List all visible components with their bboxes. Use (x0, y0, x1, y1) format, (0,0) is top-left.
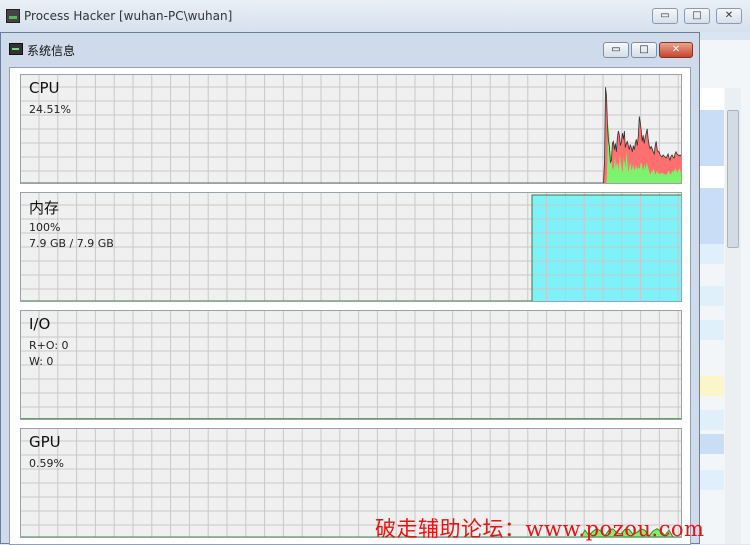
dialog-title: 系统信息 (27, 44, 76, 58)
dialog-titlebar[interactable]: 系统信息 ▭ □ ✕ (1, 33, 699, 61)
list-item[interactable] (700, 166, 724, 188)
gpu-usage: 0.59% (29, 457, 64, 470)
scrollbar-thumb[interactable] (727, 110, 739, 248)
process-hacker-icon (6, 9, 20, 23)
main-close-button[interactable]: ✕ (716, 8, 742, 24)
memory-graph (21, 193, 681, 301)
dialog-close-button[interactable]: ✕ (659, 42, 693, 58)
cpu-graph (21, 75, 681, 183)
io-title: I/O (29, 315, 51, 333)
list-item[interactable] (700, 320, 724, 340)
io-grid (21, 311, 681, 419)
main-minimize-button[interactable]: ▭ (652, 8, 678, 24)
list-item[interactable] (700, 244, 724, 264)
io-panel[interactable]: I/O R+O: 0 W: 0 (20, 310, 682, 420)
list-item[interactable] (700, 88, 724, 110)
system-info-dialog: 系统信息 ▭ □ ✕ CPU 24.51% 内存 100% 7.9 GB / 7… (0, 32, 700, 545)
list-item[interactable] (700, 434, 724, 454)
memory-detail: 7.9 GB / 7.9 GB (29, 237, 114, 250)
cpu-kernel-area (21, 87, 681, 183)
list-item[interactable] (700, 110, 724, 166)
list-item[interactable] (700, 376, 724, 396)
gpu-title: GPU (29, 433, 61, 451)
dialog-maximize-button[interactable]: □ (631, 42, 657, 58)
cpu-total-line (21, 87, 681, 183)
io-write: W: 0 (29, 355, 54, 368)
cpu-user-area (21, 122, 681, 183)
cpu-grid (21, 75, 681, 183)
cpu-usage: 24.51% (29, 103, 71, 116)
dialog-minimize-button[interactable]: ▭ (603, 42, 629, 58)
io-read-other: R+O: 0 (29, 339, 69, 352)
cpu-title: CPU (29, 79, 60, 97)
dialog-app-icon (9, 43, 23, 55)
io-graph (21, 311, 681, 419)
main-window-titlebar[interactable]: Process Hacker [wuhan-PC\wuhan] ▭ □ ✕ (0, 0, 750, 32)
cpu-panel[interactable]: CPU 24.51% (20, 74, 682, 184)
dialog-content: CPU 24.51% 内存 100% 7.9 GB / 7.9 GB I/O R… (9, 67, 691, 545)
main-window-title: Process Hacker [wuhan-PC\wuhan] (24, 9, 233, 23)
memory-title: 内存 (29, 199, 60, 217)
list-item[interactable] (700, 410, 724, 430)
main-maximize-button[interactable]: □ (684, 8, 710, 24)
list-item[interactable] (700, 470, 724, 490)
forum-watermark: 破走辅助论坛：www.pozou.com (375, 517, 705, 541)
memory-panel[interactable]: 内存 100% 7.9 GB / 7.9 GB (20, 192, 682, 302)
list-item[interactable] (700, 188, 724, 244)
list-item[interactable] (700, 286, 724, 306)
memory-usage: 100% (29, 221, 61, 234)
